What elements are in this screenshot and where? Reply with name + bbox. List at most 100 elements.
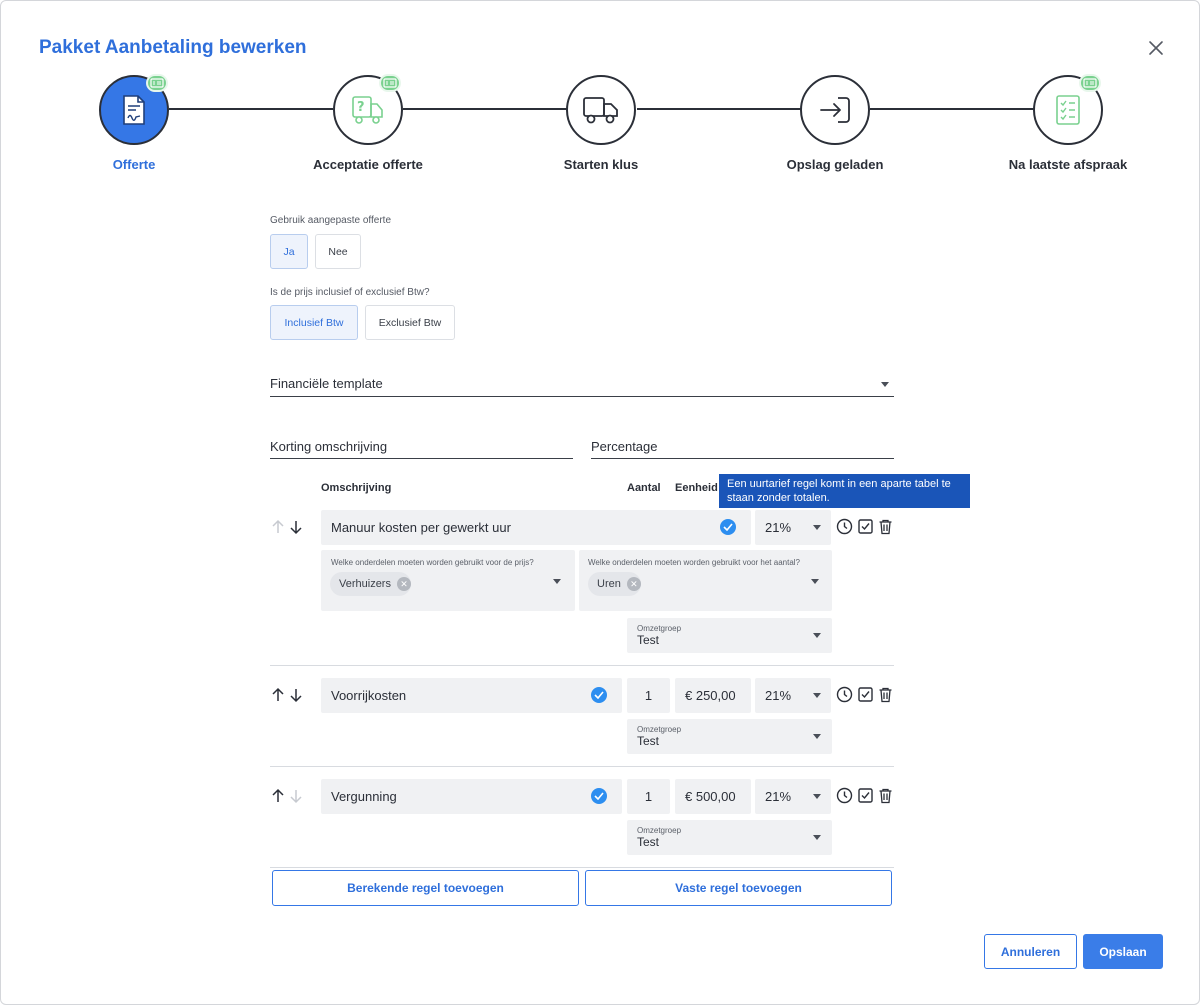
row-divider bbox=[270, 766, 894, 767]
price-parts-label: Welke onderdelen moeten worden gebruikt … bbox=[331, 558, 534, 567]
cancel-button[interactable]: Annuleren bbox=[984, 934, 1077, 969]
row-quantity-value: 1 bbox=[644, 789, 653, 804]
chevron-down-icon bbox=[813, 734, 821, 739]
clock-icon[interactable] bbox=[836, 686, 853, 703]
vat-exclusive-button[interactable]: Exclusief Btw bbox=[365, 305, 455, 340]
row-description-input[interactable]: Vergunning bbox=[321, 779, 622, 814]
custom-quote-label: Gebruik aangepaste offerte bbox=[270, 215, 392, 226]
discount-description-label: Korting omschrijving bbox=[270, 439, 388, 454]
document-signature-icon bbox=[123, 95, 145, 125]
checklist-icon bbox=[1056, 95, 1080, 125]
quantity-parts-label: Welke onderdelen moeten worden gebruikt … bbox=[588, 558, 800, 567]
move-up-icon[interactable] bbox=[270, 788, 286, 804]
step-label-opslag-geladen: Opslag geladen bbox=[786, 157, 884, 172]
chevron-down-icon bbox=[813, 835, 821, 840]
row-description-value: Manuur kosten per gewerkt uur bbox=[331, 520, 511, 535]
checkbox-icon[interactable] bbox=[857, 518, 874, 535]
save-button[interactable]: Opslaan bbox=[1083, 934, 1163, 969]
truck-icon bbox=[583, 97, 618, 124]
price-part-chip: Verhuizers ✕ bbox=[330, 572, 411, 596]
column-header-unit: Eenheid bbox=[675, 482, 718, 494]
vat-label: Is de prijs inclusief of exclusief Btw? bbox=[270, 287, 430, 298]
remove-chip-icon[interactable]: ✕ bbox=[396, 577, 411, 591]
payment-badge-icon bbox=[379, 74, 401, 92]
chevron-down-icon bbox=[813, 525, 821, 530]
chevron-down-icon bbox=[811, 579, 819, 584]
trash-icon[interactable] bbox=[877, 518, 894, 535]
row-price-value: € 500,00 bbox=[685, 789, 736, 804]
checkmark-icon[interactable] bbox=[591, 788, 607, 804]
row-description-input[interactable]: Voorrijkosten bbox=[321, 678, 622, 713]
chip-label: Uren bbox=[597, 578, 621, 590]
step-label-offerte: Offerte bbox=[112, 157, 156, 172]
row-quantity-input[interactable]: 1 bbox=[627, 678, 670, 713]
chevron-down-icon bbox=[553, 579, 561, 584]
discount-percentage-label: Percentage bbox=[591, 439, 658, 454]
vat-inclusive-button[interactable]: Inclusief Btw bbox=[270, 305, 358, 340]
quantity-part-chip: Uren ✕ bbox=[588, 572, 641, 596]
add-calculated-row-button[interactable]: Berekende regel toevoegen bbox=[272, 870, 579, 906]
row-description-value: Voorrijkosten bbox=[331, 688, 407, 703]
stepper-line bbox=[403, 108, 567, 110]
chip-label: Verhuizers bbox=[339, 578, 391, 590]
custom-quote-no-button[interactable]: Nee bbox=[315, 234, 361, 269]
chevron-down-icon bbox=[881, 382, 889, 387]
column-header-description: Omschrijving bbox=[321, 482, 392, 494]
revenue-group-value: Test bbox=[637, 633, 660, 647]
chevron-down-icon bbox=[813, 794, 821, 799]
move-down-icon[interactable] bbox=[288, 687, 304, 703]
move-down-icon[interactable] bbox=[288, 519, 304, 535]
row-description-input[interactable]: Manuur kosten per gewerkt uur bbox=[321, 510, 751, 545]
clock-icon[interactable] bbox=[836, 787, 853, 804]
row-divider bbox=[270, 665, 894, 666]
revenue-group-value: Test bbox=[637, 835, 660, 849]
remove-chip-icon[interactable]: ✕ bbox=[626, 577, 641, 591]
step-label-acceptatie-offerte: Acceptatie offerte bbox=[313, 157, 423, 172]
row-price-input[interactable]: € 500,00 bbox=[675, 779, 751, 814]
step-starten-klus[interactable] bbox=[566, 75, 636, 145]
trash-icon[interactable] bbox=[877, 787, 894, 804]
step-label-starten-klus: Starten klus bbox=[563, 157, 639, 172]
column-header-quantity: Aantal bbox=[627, 482, 661, 494]
checkbox-icon[interactable] bbox=[857, 686, 874, 703]
row-vat-value: 21% bbox=[765, 789, 792, 804]
trash-icon[interactable] bbox=[877, 686, 894, 703]
add-fixed-row-button[interactable]: Vaste regel toevoegen bbox=[585, 870, 892, 906]
move-up-icon[interactable] bbox=[270, 687, 286, 703]
revenue-group-label: Omzetgroep bbox=[637, 624, 682, 633]
discount-percentage-input[interactable]: Percentage bbox=[591, 439, 894, 459]
row-price-value: € 250,00 bbox=[685, 688, 736, 703]
row-vat-value: 21% bbox=[765, 520, 792, 535]
checkmark-icon[interactable] bbox=[591, 687, 607, 703]
chevron-down-icon bbox=[813, 693, 821, 698]
close-icon[interactable] bbox=[1145, 37, 1167, 59]
payment-badge-icon bbox=[146, 74, 168, 92]
row-quantity-value: 1 bbox=[644, 688, 653, 703]
move-up-icon[interactable] bbox=[270, 519, 286, 535]
row-divider bbox=[270, 867, 894, 868]
step-label-na-laatste-afspraak: Na laatste afspraak bbox=[1008, 157, 1128, 172]
move-down-icon[interactable] bbox=[288, 788, 304, 804]
row-price-input[interactable]: € 250,00 bbox=[675, 678, 751, 713]
checkbox-icon[interactable] bbox=[857, 787, 874, 804]
row-quantity-input[interactable]: 1 bbox=[627, 779, 670, 814]
revenue-group-value: Test bbox=[637, 734, 660, 748]
payment-badge-icon bbox=[1079, 74, 1101, 92]
arrow-into-icon bbox=[820, 97, 850, 123]
stepper-line bbox=[637, 108, 801, 110]
stepper-line bbox=[870, 108, 1034, 110]
checkmark-icon[interactable] bbox=[720, 519, 736, 535]
chevron-down-icon bbox=[813, 633, 821, 638]
dialog-title: Pakket Aanbetaling bewerken bbox=[39, 37, 307, 58]
financial-template-select[interactable]: Financiële template bbox=[270, 376, 894, 397]
svg-text:?: ? bbox=[357, 100, 365, 115]
row-description-value: Vergunning bbox=[331, 789, 397, 804]
step-opslag-geladen[interactable] bbox=[800, 75, 870, 145]
stepper-line bbox=[169, 108, 333, 110]
revenue-group-label: Omzetgroep bbox=[637, 826, 682, 835]
custom-quote-yes-button[interactable]: Ja bbox=[270, 234, 308, 269]
clock-icon[interactable] bbox=[836, 518, 853, 535]
discount-description-input[interactable]: Korting omschrijving bbox=[270, 439, 573, 459]
hourly-rate-tooltip: Een uurtarief regel komt in een aparte t… bbox=[719, 474, 970, 508]
dialog: Pakket Aanbetaling bewerken Offerte ? Ac… bbox=[0, 0, 1200, 1005]
